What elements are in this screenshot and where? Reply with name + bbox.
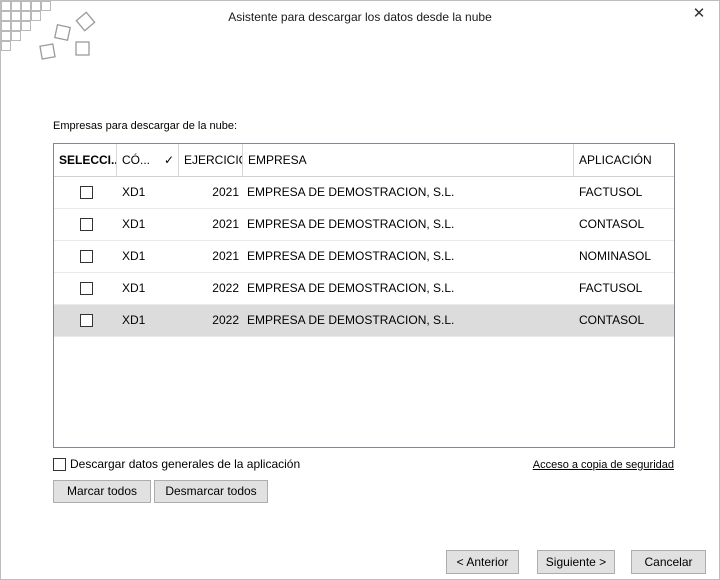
cell-application: FACTUSOL (579, 185, 643, 199)
cancel-button[interactable]: Cancelar (631, 550, 706, 574)
dialog-title: Asistente para descargar los datos desde… (228, 10, 492, 24)
cell-company: EMPRESA DE DEMOSTRACION, S.L. (247, 217, 455, 231)
checkmark-icon: ✓ (163, 153, 174, 167)
column-header-code-label: CÓ... (122, 153, 151, 167)
cell-code: XD1 (122, 313, 146, 327)
row-checkbox[interactable] (80, 250, 93, 263)
cell-code: XD1 (122, 249, 146, 263)
table-row-highlighted[interactable]: XD1 2022 EMPRESA DE DEMOSTRACION, S.L. C… (54, 305, 674, 337)
row-checkbox[interactable] (80, 218, 93, 231)
cell-company: EMPRESA DE DEMOSTRACION, S.L. (247, 185, 455, 199)
column-header-year[interactable]: EJERCICIO (179, 144, 243, 177)
column-header-company[interactable]: EMPRESA (243, 144, 574, 177)
cell-year: 2022 (212, 313, 239, 327)
row-checkbox[interactable] (80, 314, 93, 327)
cell-application: CONTASOL (579, 217, 645, 231)
dialog-window: Asistente para descargar los datos desde… (0, 0, 720, 580)
companies-grid: SELECCI... CÓ... ✓ EJERCICIO EMPRESA APL… (53, 143, 675, 448)
select-all-button[interactable]: Marcar todos (53, 480, 151, 503)
cell-company: EMPRESA DE DEMOSTRACION, S.L. (247, 281, 455, 295)
section-label: Empresas para descargar de la nube: (53, 120, 238, 132)
cell-company: EMPRESA DE DEMOSTRACION, S.L. (247, 249, 455, 263)
cell-year: 2021 (212, 249, 239, 263)
table-row[interactable]: XD1 2022 EMPRESA DE DEMOSTRACION, S.L. F… (54, 273, 674, 305)
general-data-label: Descargar datos generales de la aplicaci… (70, 457, 301, 471)
table-row[interactable]: XD1 2021 EMPRESA DE DEMOSTRACION, S.L. F… (54, 177, 674, 209)
column-header-application[interactable]: APLICACIÓN (574, 144, 674, 177)
cell-year: 2022 (212, 281, 239, 295)
grid-header: SELECCI... CÓ... ✓ EJERCICIO EMPRESA APL… (54, 144, 674, 177)
cell-company: EMPRESA DE DEMOSTRACION, S.L. (247, 313, 455, 327)
cell-year: 2021 (212, 185, 239, 199)
next-button[interactable]: Siguiente > (537, 550, 615, 574)
previous-button[interactable]: < Anterior (446, 550, 519, 574)
backup-link[interactable]: Acceso a copia de seguridad (533, 459, 674, 471)
table-row[interactable]: XD1 2021 EMPRESA DE DEMOSTRACION, S.L. C… (54, 209, 674, 241)
cell-application: FACTUSOL (579, 281, 643, 295)
table-row[interactable]: XD1 2021 EMPRESA DE DEMOSTRACION, S.L. N… (54, 241, 674, 273)
cell-application: CONTASOL (579, 313, 645, 327)
general-data-option[interactable]: Descargar datos generales de la aplicaci… (53, 457, 300, 471)
close-icon[interactable]: ✕ (689, 5, 709, 23)
general-data-checkbox[interactable] (53, 457, 66, 471)
cell-code: XD1 (122, 281, 146, 295)
cell-application: NOMINASOL (579, 249, 652, 263)
cell-code: XD1 (122, 217, 146, 231)
cell-code: XD1 (122, 185, 146, 199)
row-checkbox[interactable] (80, 282, 93, 295)
row-checkbox[interactable] (80, 186, 93, 199)
deselect-all-button[interactable]: Desmarcar todos (154, 480, 268, 503)
column-header-code[interactable]: CÓ... ✓ (117, 144, 179, 177)
cell-year: 2021 (212, 217, 239, 231)
column-header-select[interactable]: SELECCI... (54, 144, 117, 177)
